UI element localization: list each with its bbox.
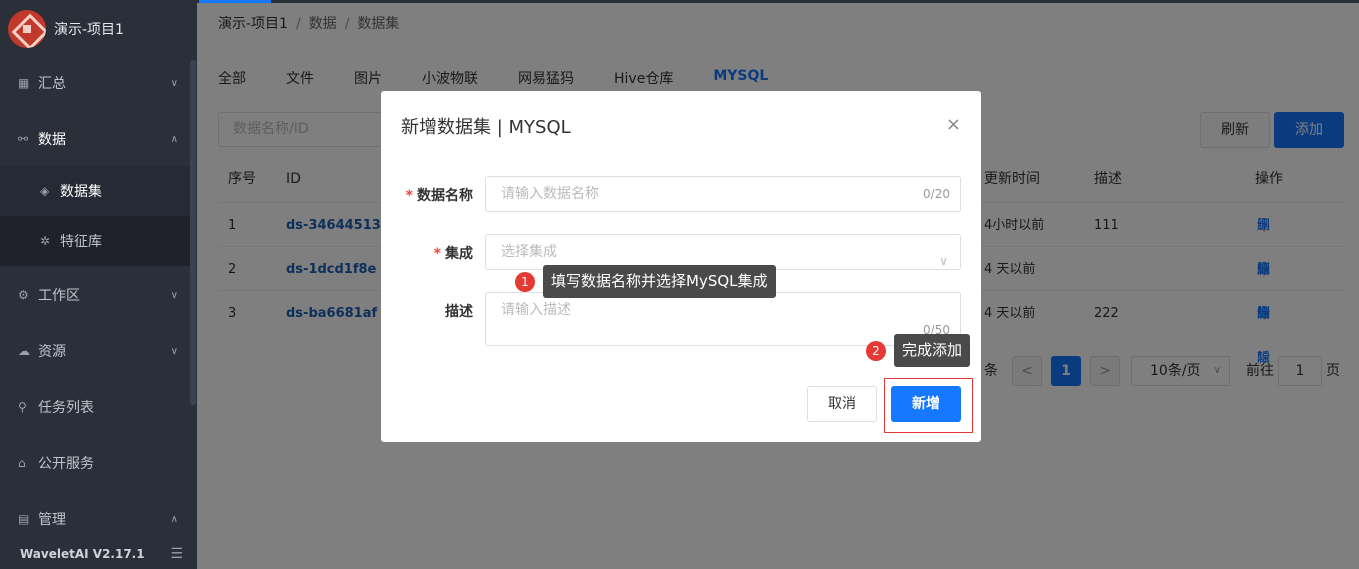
required-mark: * — [405, 188, 413, 204]
sidebar-item-label: 特征库 — [60, 234, 102, 250]
sidebar-item-data[interactable]: ⚯ 数据 ∧ — [0, 114, 190, 164]
chevron-up-icon: ∧ — [170, 513, 178, 525]
sidebar-item-label: 数据集 — [60, 184, 102, 200]
project-name: 演示-项目1 — [54, 22, 124, 38]
step-badge-1: 1 — [515, 272, 535, 292]
integration-placeholder: 选择集成 — [501, 244, 557, 260]
step-tooltip-1: 填写数据名称并选择MySQL集成 — [543, 265, 776, 298]
sidebar-footer: WaveletAI V2.17.1 ☰ — [0, 539, 197, 569]
desc-placeholder: 请输入描述 — [501, 302, 571, 318]
desc-field-label: 描述 — [381, 301, 473, 321]
sidebar-item-label: 任务列表 — [38, 400, 94, 416]
chevron-down-icon: ∨ — [939, 254, 948, 268]
sidebar-item-label: 公开服务 — [38, 456, 94, 472]
service-icon: ⌂ — [18, 456, 26, 470]
collapse-menu-icon[interactable]: ☰ — [170, 546, 183, 562]
sidebar-item-resources[interactable]: ☁ 资源 ∨ — [0, 326, 190, 376]
feature-network-icon: ✲ — [40, 234, 51, 248]
sidebar-item-workspace[interactable]: ⚙ 工作区 ∨ — [0, 270, 190, 320]
sidebar-item-tasks[interactable]: ⚲ 任务列表 — [0, 382, 190, 432]
sidebar-item-admin[interactable]: ▤ 管理 ∧ — [0, 494, 190, 544]
name-char-count: 0/20 — [923, 187, 950, 201]
label-text: 集成 — [445, 246, 473, 262]
name-field-label: * 数据名称 — [381, 185, 473, 205]
chevron-up-icon: ∧ — [170, 133, 178, 145]
version-label: WaveletAI V2.17.1 — [20, 547, 145, 561]
sidebar-item-public-service[interactable]: ⌂ 公开服务 — [0, 438, 190, 488]
data-tree-icon: ⚯ — [18, 132, 29, 146]
cube-icon: ◈ — [40, 184, 50, 198]
step-tooltip-2: 完成添加 — [894, 334, 971, 367]
sidebar-item-label: 资源 — [38, 344, 66, 360]
dialog-title: 新增数据集 | MYSQL — [401, 117, 571, 138]
cancel-button[interactable]: 取消 — [807, 386, 877, 422]
chart-icon: ▤ — [18, 512, 30, 526]
label-text: 描述 — [445, 304, 473, 320]
sidebar-item-summary[interactable]: ▦ 汇总 ∨ — [0, 58, 190, 108]
project-header[interactable]: 演示-项目1 — [0, 0, 197, 58]
integration-field-label: * 集成 — [381, 243, 473, 263]
dataset-name-input[interactable]: 请输入数据名称 0/20 — [485, 176, 961, 212]
chevron-down-icon: ∨ — [170, 345, 178, 357]
sidebar-item-label: 管理 — [38, 512, 66, 528]
sidebar-item-feature-store[interactable]: ✲ 特征库 — [0, 216, 190, 266]
chevron-down-icon: ∨ — [170, 289, 178, 301]
label-text: 数据名称 — [417, 188, 473, 204]
description-textarea[interactable]: 请输入描述 0/50 — [485, 292, 961, 346]
chevron-down-icon: ∨ — [170, 77, 178, 89]
cloud-icon: ☁ — [18, 344, 30, 358]
submit-highlight-box — [884, 378, 973, 433]
sidebar-item-label: 工作区 — [38, 288, 80, 304]
project-logo-icon — [8, 10, 46, 48]
sidebar-item-label: 数据 — [38, 132, 66, 148]
step-badge-2: 2 — [866, 341, 886, 361]
task-flow-icon: ⚲ — [18, 400, 27, 414]
gear-icon: ⚙ — [18, 288, 29, 302]
sidebar: 演示-项目1 ▦ 汇总 ∨ ⚯ 数据 ∧ ◈ 数据集 ✲ 特征库 ⚙ 工作区 ∨… — [0, 0, 197, 569]
close-icon[interactable]: × — [946, 114, 961, 135]
sidebar-item-datasets[interactable]: ◈ 数据集 — [0, 166, 190, 216]
sidebar-scrollbar[interactable] — [190, 60, 196, 405]
name-placeholder: 请输入数据名称 — [501, 186, 599, 202]
sidebar-item-label: 汇总 — [38, 76, 66, 92]
dashboard-icon: ▦ — [18, 76, 30, 90]
required-mark: * — [433, 246, 441, 262]
